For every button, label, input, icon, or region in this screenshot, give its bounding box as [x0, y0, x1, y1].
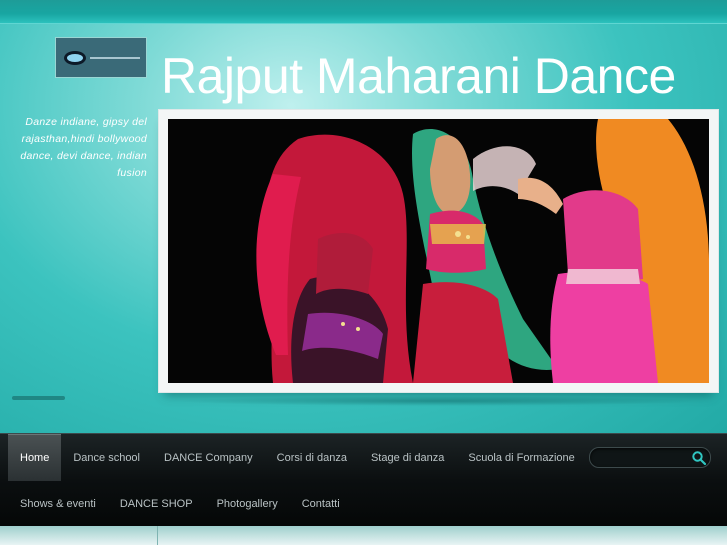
eye-logo-icon — [64, 50, 86, 65]
hero-frame — [158, 109, 719, 393]
nav-item-dance-shop[interactable]: DANCE SHOP — [108, 484, 205, 524]
nav-item-home[interactable]: Home — [8, 434, 62, 481]
nav-item-photogallery[interactable]: Photogallery — [205, 484, 290, 524]
search-input[interactable] — [598, 450, 688, 465]
column-divider — [157, 526, 158, 545]
nav-item-dance-company[interactable]: DANCE Company — [152, 434, 265, 481]
nav-item-contatti[interactable]: Contatti — [290, 484, 352, 524]
nav-item-stage-di-danza[interactable]: Stage di danza — [359, 434, 456, 481]
nav-item-dance-school[interactable]: Dance school — [61, 434, 152, 481]
site-title: Rajput Maharani Dance — [161, 48, 676, 104]
nav-item-scuola-di-formazione[interactable]: Scuola di Formazione — [456, 434, 586, 481]
site-logo[interactable] — [55, 37, 147, 78]
nav-item-corsi-di-danza[interactable]: Corsi di danza — [265, 434, 359, 481]
search-icon[interactable] — [691, 450, 707, 466]
main-navigation: Home Dance school DANCE Company Corsi di… — [0, 433, 727, 526]
top-bar — [0, 0, 727, 24]
content-area-top — [0, 526, 727, 545]
hero-shadow — [175, 396, 705, 406]
dancers-illustration — [168, 119, 709, 383]
logo-script — [90, 56, 140, 59]
slideshow-control[interactable] — [12, 396, 65, 400]
dancers-photo — [168, 119, 709, 383]
site-tagline: Danze indiane, gipsy del rajasthan,hindi… — [20, 116, 147, 179]
nav-row-secondary: Shows & eventi DANCE SHOP Photogallery C… — [8, 484, 352, 524]
nav-row-primary: Home Dance school DANCE Company Corsi di… — [8, 434, 587, 481]
nav-item-shows-eventi[interactable]: Shows & eventi — [8, 484, 108, 524]
search-box — [589, 447, 711, 468]
